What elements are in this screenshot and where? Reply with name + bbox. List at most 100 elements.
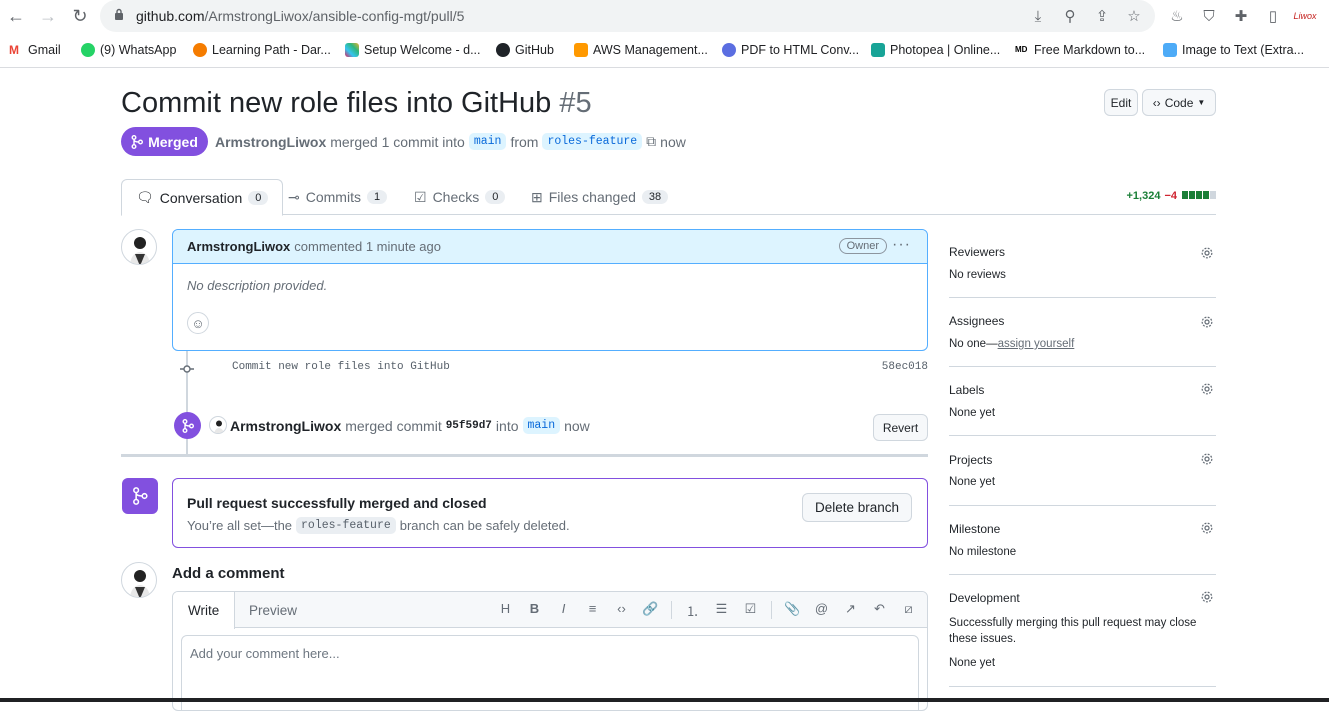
copy-icon[interactable]: ⧉ [646, 133, 656, 150]
kebab-menu-icon[interactable]: ··· [892, 236, 911, 254]
revert-button[interactable]: Revert [873, 414, 928, 441]
merge-event-badge [174, 412, 201, 439]
reload-icon[interactable]: ↻ [68, 4, 92, 28]
avatar[interactable] [209, 416, 227, 434]
avatar[interactable] [121, 562, 157, 598]
slack-icon [345, 43, 359, 57]
sidebar-milestone: Milestone No milestone [949, 506, 1216, 575]
bookmark-learning-path[interactable]: Learning Path - Dar... [193, 43, 331, 57]
bookmark-pdf-html[interactable]: PDF to HTML Conv... [722, 43, 859, 57]
bookmark-aws[interactable]: AWS Management... [574, 43, 708, 57]
merge-author[interactable]: ArmstrongLiwox [230, 418, 341, 434]
merged-status-box: Pull request successfully merged and clo… [172, 478, 928, 548]
merge-branch[interactable]: main [522, 417, 561, 434]
editor-tabs: Write Preview H B I ≡ ‹› 🔗 ⒈ ☰ ☑ 📎 @ ↗ ↶… [173, 592, 927, 629]
gear-icon[interactable] [1200, 382, 1214, 396]
merge-icon [133, 487, 148, 505]
bookmark-photopea[interactable]: Photopea | Online... [871, 43, 1000, 57]
pr-author-link[interactable]: ArmstrongLiwox [215, 134, 326, 150]
bookmark-markdown[interactable]: MD Free Markdown to... [1015, 43, 1145, 57]
pr-description-comment: ArmstrongLiwox commented 1 minute ago Ow… [172, 229, 928, 351]
puzzle-icon[interactable]: ✚ [1232, 7, 1250, 25]
commit-sha[interactable]: 58ec018 [882, 361, 928, 373]
ordered-list-icon[interactable]: ⒈ [684, 601, 701, 620]
avatar[interactable] [121, 229, 157, 265]
attach-icon[interactable]: 📎 [784, 601, 801, 620]
tab-files-changed[interactable]: ⊞ Files changed 38 [517, 179, 682, 215]
gear-icon[interactable] [1200, 521, 1214, 535]
comment-body: No description provided. [187, 278, 328, 293]
delete-branch-button[interactable]: Delete branch [802, 493, 912, 522]
tab-conversation[interactable]: 🗨 Conversation 0 [121, 179, 284, 216]
star-icon[interactable]: ☆ [1125, 7, 1143, 25]
heading-icon[interactable]: H [497, 601, 514, 620]
bookmarks-bar: M Gmail (9) WhatsApp Learning Path - Dar.… [0, 40, 1329, 60]
task-list-icon[interactable]: ☑ [742, 601, 759, 620]
install-icon[interactable]: ⤓ [1029, 7, 1047, 25]
shield-icon[interactable]: ⛉ [1200, 7, 1218, 25]
bookmark-whatsapp[interactable]: (9) WhatsApp [81, 43, 176, 57]
code-button[interactable]: ‹› Code ▼ [1142, 89, 1216, 116]
italic-icon[interactable]: I [555, 601, 572, 620]
forward-arrow-icon[interactable]: → [36, 4, 60, 28]
merge-icon [131, 134, 144, 149]
bookmark-setup-welcome[interactable]: Setup Welcome - d... [345, 43, 481, 57]
reference-icon[interactable]: ↗ [842, 601, 859, 620]
image-text-icon [1163, 43, 1177, 57]
learning-icon [193, 43, 207, 57]
mention-icon[interactable]: @ [813, 601, 830, 620]
code-icon[interactable]: ‹› [613, 601, 630, 620]
share-icon[interactable]: ⇪ [1093, 7, 1111, 25]
add-comment-heading: Add a comment [172, 565, 285, 582]
merge-commit-sha[interactable]: 95f59d7 [446, 420, 492, 432]
sidepanel-icon[interactable]: ▯ [1264, 7, 1282, 25]
address-bar[interactable]: github.com/ArmstrongLiwox/ansible-config… [100, 0, 1155, 32]
zoom-icon[interactable]: ⚲ [1061, 7, 1079, 25]
bookmark-github[interactable]: GitHub [496, 43, 554, 57]
comment-icon: 🗨 [136, 189, 154, 205]
gear-icon[interactable] [1200, 452, 1214, 466]
bold-icon[interactable]: B [526, 601, 543, 620]
slash-icon[interactable]: ⧄ [900, 601, 917, 620]
quote-icon[interactable]: ≡ [584, 601, 601, 620]
commit-icon [180, 365, 194, 373]
profile-icon[interactable]: Liwox [1294, 7, 1317, 25]
gear-icon[interactable] [1200, 315, 1214, 329]
tab-commits[interactable]: ⊸ Commits 1 [274, 179, 401, 215]
back-arrow-icon[interactable]: ← [4, 4, 28, 28]
base-branch[interactable]: main [468, 133, 507, 150]
unordered-list-icon[interactable]: ☰ [713, 601, 730, 620]
timeline-divider [121, 454, 928, 457]
link-icon[interactable]: 🔗 [642, 601, 659, 620]
bookmark-gmail[interactable]: M Gmail [9, 43, 61, 57]
add-reaction-icon[interactable]: ☺ [187, 312, 209, 334]
commit-row: Commit new role files into GitHub 58ec01… [178, 359, 928, 379]
github-icon [496, 43, 510, 57]
comment-author[interactable]: ArmstrongLiwox [187, 239, 290, 254]
edit-button[interactable]: Edit [1104, 89, 1138, 116]
gear-icon[interactable] [1200, 246, 1214, 260]
tab-write[interactable]: Write [173, 592, 236, 629]
pdf-icon [722, 43, 736, 57]
assign-yourself-link[interactable]: assign yourself [998, 338, 1075, 350]
tab-preview[interactable]: Preview [234, 592, 312, 629]
sidebar-reviewers: Reviewers No reviews [949, 229, 1216, 298]
sidebar-development: Development Successfully merging this pu… [949, 575, 1216, 687]
sidebar-labels: Labels None yet [949, 367, 1216, 436]
sidebar-assignees: Assignees No one—assign yourself [949, 298, 1216, 367]
gear-icon[interactable] [1200, 590, 1214, 604]
diffstat: +1,324 −4 [1127, 190, 1216, 202]
head-branch[interactable]: roles-feature [542, 133, 643, 150]
tab-checks[interactable]: ☑ Checks 0 [400, 179, 519, 215]
merge-event: ArmstrongLiwox merged commit 95f59d7 int… [174, 412, 928, 442]
reply-icon[interactable]: ↶ [871, 601, 888, 620]
owner-badge: Owner [838, 238, 887, 254]
extension-flame-icon[interactable]: ♨ [1168, 7, 1186, 25]
gmail-icon: M [9, 43, 23, 57]
bookmark-image-text[interactable]: Image to Text (Extra... [1163, 43, 1304, 57]
commit-message[interactable]: Commit new role files into GitHub [232, 361, 450, 373]
comment-header: ArmstrongLiwox commented 1 minute ago [173, 230, 927, 264]
checklist-icon: ☑ [414, 188, 427, 205]
url-text: github.com/ArmstrongLiwox/ansible-config… [136, 8, 465, 24]
markdown-toolbar: H B I ≡ ‹› 🔗 ⒈ ☰ ☑ 📎 @ ↗ ↶ ⧄ [497, 601, 917, 620]
